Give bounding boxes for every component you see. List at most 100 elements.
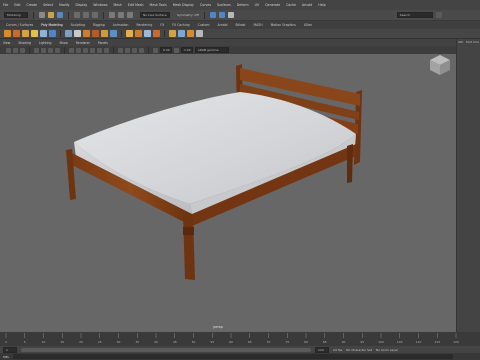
menu-select[interactable]: Select: [43, 3, 53, 7]
shelf-tool-icon[interactable]: [126, 30, 133, 37]
shelf-tool-icon[interactable]: [22, 30, 29, 37]
shelf-tool-icon[interactable]: [65, 30, 72, 37]
range-start-field[interactable]: 1: [3, 346, 17, 353]
mod-tab[interactable]: Mod: [466, 40, 472, 44]
lights-icon[interactable]: [97, 47, 102, 53]
panel-menu-renderer[interactable]: Renderer: [76, 41, 90, 45]
shelf-tab-fx[interactable]: FX: [160, 23, 164, 27]
bookmark-icon[interactable]: [20, 47, 25, 53]
grid-icon[interactable]: [34, 47, 39, 53]
shelf-tool-icon[interactable]: [13, 30, 20, 37]
live-surface-field[interactable]: No Live Surface: [140, 12, 170, 18]
shelf-tool-icon[interactable]: [153, 30, 160, 37]
shelf-tool-icon[interactable]: [92, 30, 99, 37]
shelf-tab-arnold[interactable]: Arnold: [218, 23, 228, 27]
camera-attr-icon[interactable]: [13, 47, 18, 53]
shelf-tool-icon[interactable]: [49, 30, 56, 37]
shelf-tab-curves-surfaces[interactable]: Curves / Surfaces: [6, 23, 33, 27]
menu-windows[interactable]: Windows: [93, 3, 107, 7]
menu-mesh-display[interactable]: Mesh Display: [173, 3, 194, 7]
shelf-tab-bifrost[interactable]: Bifrost: [236, 23, 246, 27]
xray-icon[interactable]: [118, 47, 123, 53]
wireframe-on-shaded-icon[interactable]: [83, 47, 88, 53]
search-input[interactable]: Search: [396, 12, 433, 18]
char-set-label[interactable]: No Character Set: [346, 348, 372, 352]
menu-deform[interactable]: Deform: [237, 3, 249, 7]
menu-modify[interactable]: Modify: [59, 3, 70, 7]
render-settings-icon[interactable]: [227, 12, 234, 18]
shelf-tool-icon[interactable]: [40, 30, 47, 37]
panel-menu-lighting[interactable]: Lighting: [39, 41, 52, 45]
shelf-tool-icon[interactable]: [74, 30, 81, 37]
exposure-icon[interactable]: [153, 47, 158, 53]
shelf-tab-motion-graphics[interactable]: Motion Graphics: [271, 23, 296, 27]
menu-edit[interactable]: Edit: [14, 3, 20, 7]
menu-mesh-tools[interactable]: Mesh Tools: [150, 3, 167, 7]
ipr-render-icon[interactable]: [218, 12, 225, 18]
shelf-tool-icon[interactable]: [110, 30, 117, 37]
shelf-tool-icon[interactable]: [178, 30, 185, 37]
snap-curve-icon[interactable]: [118, 12, 124, 18]
panel-menu-show[interactable]: Show: [59, 41, 67, 45]
antialias-icon[interactable]: [139, 47, 144, 53]
smooth-shade-icon[interactable]: [76, 47, 81, 53]
shelf-tab-rendering[interactable]: Rendering: [137, 23, 153, 27]
shelf-tab-mash[interactable]: MASH: [254, 23, 263, 27]
menu-cache[interactable]: Cache: [286, 3, 296, 7]
range-end-field[interactable]: 120: [315, 346, 329, 353]
workspace-select[interactable]: Modeling: [4, 12, 28, 18]
textured-icon[interactable]: [90, 47, 95, 53]
resolution-gate-icon[interactable]: [48, 47, 53, 53]
shelf-tool-icon[interactable]: [135, 30, 142, 37]
colorspace-select[interactable]: sRGB gamma: [195, 47, 229, 53]
snap-grid-icon[interactable]: [109, 12, 115, 18]
shelf-tool-icon[interactable]: [83, 30, 90, 37]
shelf-tool-icon[interactable]: [4, 30, 11, 37]
menu-curves[interactable]: Curves: [200, 3, 211, 7]
select-object-icon[interactable]: [83, 12, 89, 18]
menu-arnold[interactable]: Arnold: [302, 3, 312, 7]
viewport-canvas[interactable]: persp: [0, 54, 456, 332]
shelf-tool-icon[interactable]: [31, 30, 38, 37]
new-scene-icon[interactable]: [39, 12, 45, 18]
command-input[interactable]: [13, 354, 454, 359]
shelf-tool-icon[interactable]: [169, 30, 176, 37]
view-cube[interactable]: [430, 55, 450, 75]
snap-point-icon[interactable]: [127, 12, 133, 18]
shelf-tab-sculpting[interactable]: Sculpting: [71, 23, 85, 27]
shelf-tool-icon[interactable]: [144, 30, 151, 37]
gate-mask-icon[interactable]: [55, 47, 60, 53]
panel-menu-shading[interactable]: Shading: [18, 41, 31, 45]
gamma-icon[interactable]: [174, 47, 179, 53]
mel-label[interactable]: MEL: [3, 355, 9, 359]
exposure-field[interactable]: 0.00: [160, 47, 172, 53]
shelf-tab-fx-caching[interactable]: FX Caching: [172, 23, 189, 27]
shelf-tool-icon[interactable]: [101, 30, 108, 37]
menu-display[interactable]: Display: [76, 3, 88, 7]
menu-generate[interactable]: Generate: [265, 3, 280, 7]
symmetry-label[interactable]: Symmetry: Off: [177, 13, 199, 17]
save-scene-icon[interactable]: [57, 12, 63, 18]
shadows-icon[interactable]: [104, 47, 109, 53]
shelf-tool-icon[interactable]: [187, 30, 194, 37]
time-slider-ticks[interactable]: 1 5 10 15 20 25 30 35 40 45 50 55 60 65 70 75 80 85 90 95 10…: [0, 332, 480, 346]
menu-surfaces[interactable]: Surfaces: [217, 3, 231, 7]
fps-label[interactable]: 24 fps: [333, 348, 342, 352]
panel-menu-panels[interactable]: Panels: [98, 41, 108, 45]
panel-menu-view[interactable]: View: [3, 41, 10, 45]
shelf-tool-icon[interactable]: [196, 30, 203, 37]
select-component-icon[interactable]: [92, 12, 98, 18]
attr-tab[interactable]: Attr: [458, 40, 464, 44]
ssao-icon[interactable]: [132, 47, 137, 53]
shelf-tab-animation[interactable]: Animation: [113, 23, 129, 27]
3d-viewport[interactable]: persp: [0, 54, 456, 332]
shelf-tab-xgen[interactable]: XGen: [304, 23, 312, 27]
shelf-tab-poly-modeling[interactable]: Poly Modeling: [41, 23, 62, 27]
film-gate-icon[interactable]: [41, 47, 46, 53]
menu-help[interactable]: Help: [318, 3, 325, 7]
camera-icon[interactable]: [6, 47, 11, 53]
search-icon[interactable]: [435, 12, 442, 18]
menu-file[interactable]: File: [3, 3, 8, 7]
menu-mesh[interactable]: Mesh: [114, 3, 122, 7]
wireframe-icon[interactable]: [69, 47, 74, 53]
